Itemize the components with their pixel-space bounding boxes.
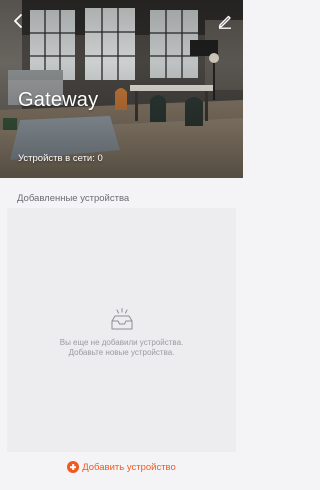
plus-circle-icon <box>67 461 80 473</box>
empty-state-line-1: Вы еще не добавили устройства. <box>59 338 184 347</box>
empty-state-message: Вы еще не добавили устройства. Добавьте … <box>7 338 236 358</box>
edit-button[interactable] <box>216 12 234 30</box>
online-devices-count: Устройств в сети: 0 <box>18 153 103 164</box>
gateway-screen: Gateway Устройств в сети: 0 Добавленные … <box>0 0 243 490</box>
pencil-icon <box>218 15 231 29</box>
back-button[interactable] <box>10 12 28 30</box>
empty-tray-icon <box>111 308 133 330</box>
add-device-label: Добавить устройство <box>82 461 176 473</box>
add-device-button[interactable]: Добавить устройство <box>0 458 243 476</box>
added-devices-heading: Добавленные устройства <box>17 193 130 204</box>
empty-state-line-2: Добавьте новые устройства. <box>68 348 175 357</box>
room-banner: Gateway Устройств в сети: 0 <box>0 0 243 178</box>
chevron-left-icon <box>14 14 22 28</box>
device-title: Gateway <box>18 89 99 111</box>
